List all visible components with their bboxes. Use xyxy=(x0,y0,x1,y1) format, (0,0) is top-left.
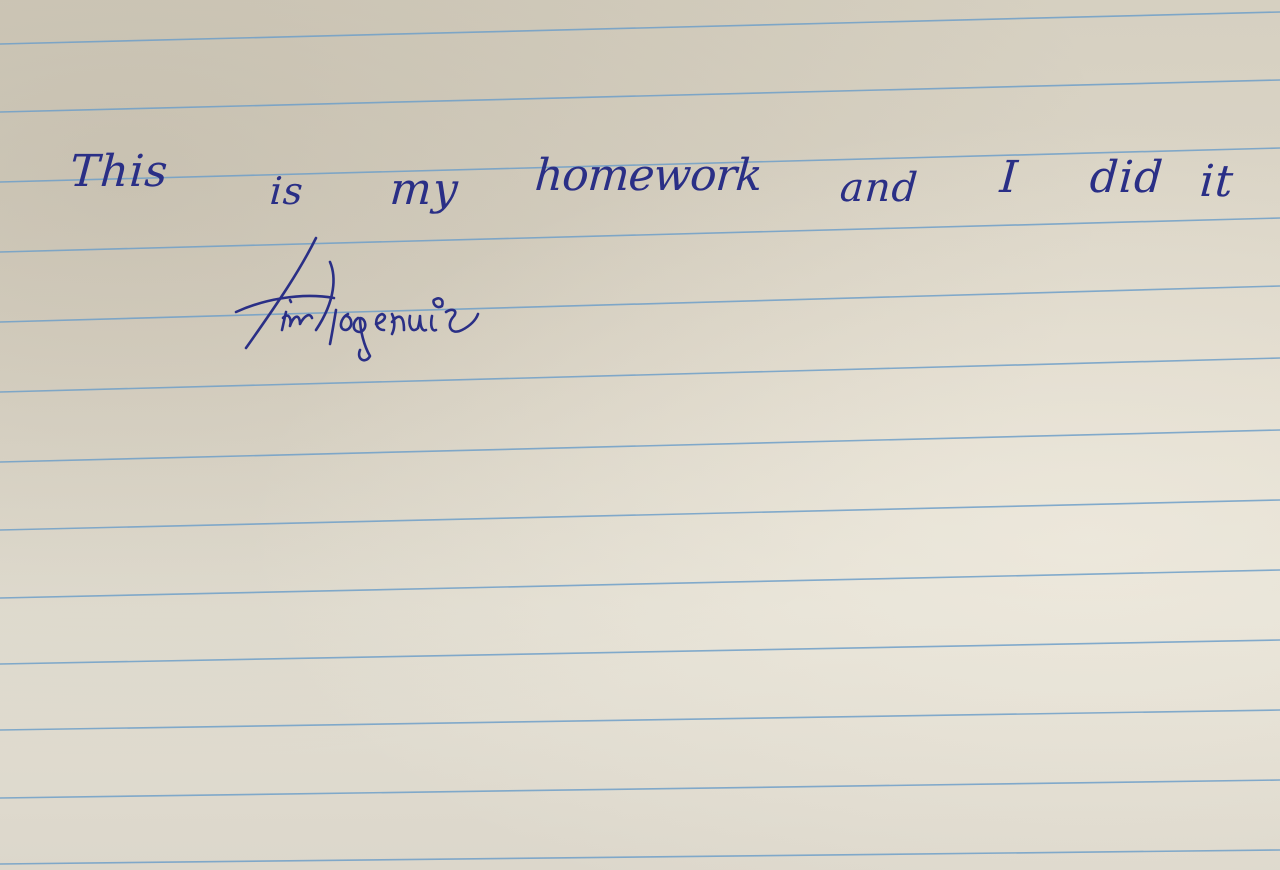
handwritten-signature xyxy=(234,236,480,362)
notebook-page-photo: This is my homework and I did it xyxy=(0,0,1280,870)
signature-layer xyxy=(234,236,480,362)
